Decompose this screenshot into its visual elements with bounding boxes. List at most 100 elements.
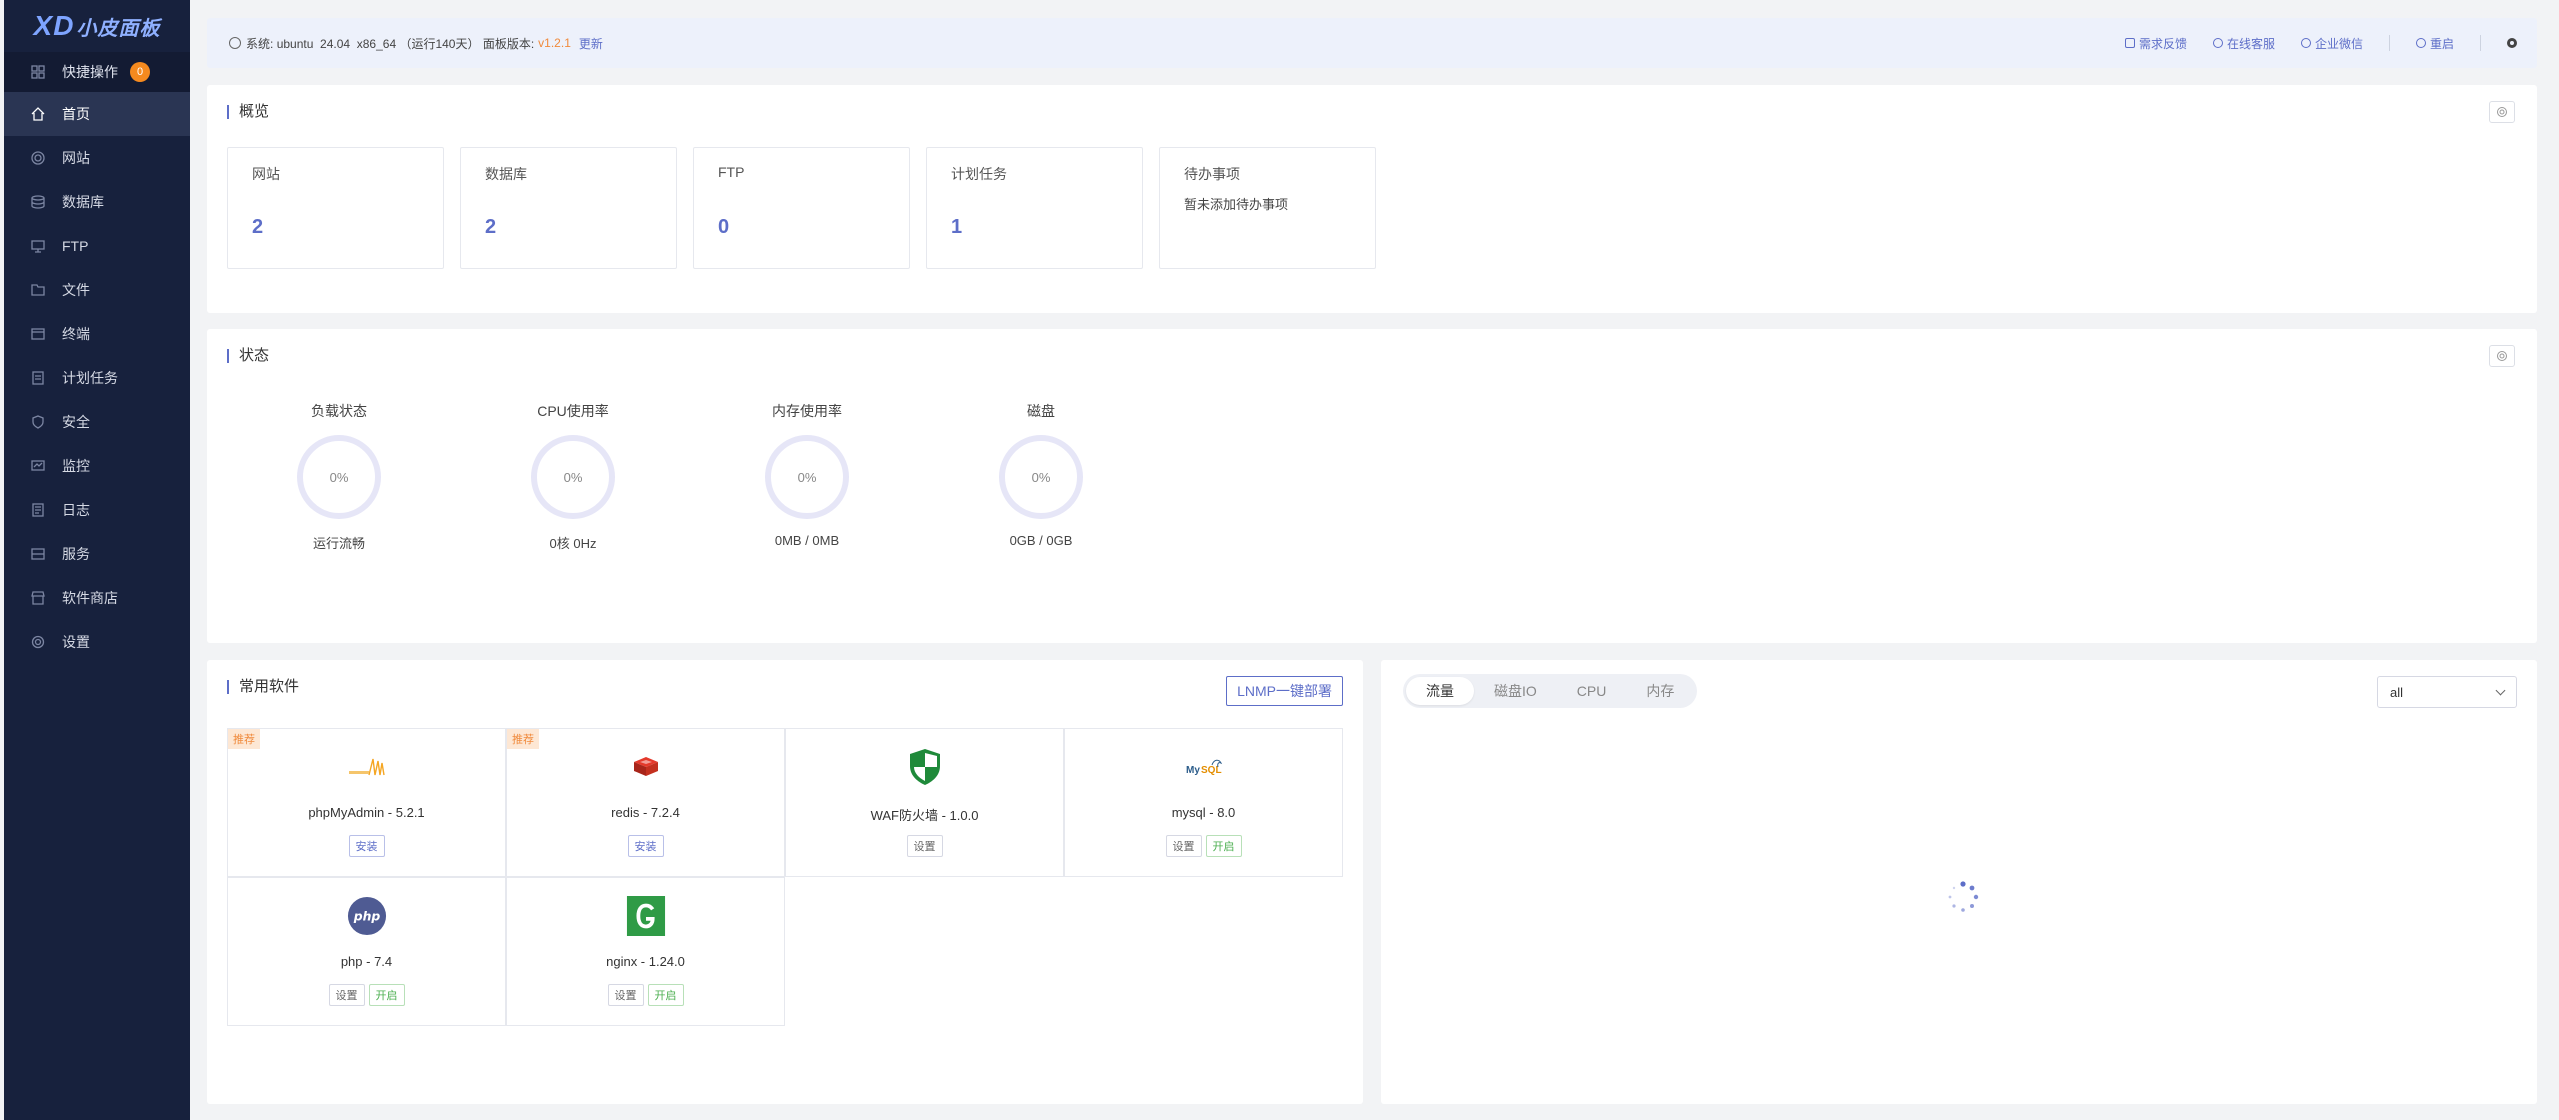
gauge-title: 磁盘	[1027, 403, 1055, 419]
sidebar-item-tasks[interactable]: 计划任务	[4, 356, 190, 400]
software-name: nginx - 1.24.0	[606, 954, 685, 969]
start-button[interactable]: 开启	[1205, 835, 1242, 857]
quick-actions-label: 快捷操作	[62, 64, 118, 80]
sidebar-item-database[interactable]: 数据库	[4, 180, 190, 224]
redis-icon	[626, 747, 666, 787]
update-link[interactable]: 更新	[579, 35, 603, 52]
tab-cpu[interactable]: CPU	[1557, 677, 1627, 705]
shield-icon	[30, 414, 46, 430]
monitor-tabs: 流量 磁盘IO CPU 内存	[1403, 674, 1698, 708]
overview-ftp[interactable]: FTP 0	[693, 147, 910, 269]
gauge-subtitle: 0核 0Hz	[549, 536, 597, 551]
gauge-ring[interactable]: 0%	[297, 435, 381, 519]
todo-label: 待办事项	[1184, 166, 1240, 182]
sidebar-item-settings[interactable]: 设置	[4, 620, 190, 664]
gauge-title: CPU使用率	[537, 403, 609, 419]
overview-value: 0	[718, 216, 730, 238]
software-actions: 设置 开启	[507, 984, 784, 1006]
tab-disk-io[interactable]: 磁盘IO	[1474, 677, 1557, 705]
software-actions: 设置 开启	[228, 984, 505, 1006]
install-button[interactable]: 安装	[627, 835, 664, 857]
load-gauge: 负载状态 0% 运行流畅	[259, 401, 419, 552]
overview-label: 计划任务	[951, 166, 1007, 182]
install-button[interactable]: 安装	[348, 835, 385, 857]
todo-text: 暂未添加待办事项	[1184, 197, 1289, 212]
sidebar-item-terminal[interactable]: 终端	[4, 312, 190, 356]
logo-text: 小皮面板	[76, 17, 161, 40]
sidebar-item-label: 数据库	[62, 194, 104, 210]
overview-databases[interactable]: 数据库 2	[460, 147, 677, 269]
gauge-title: 负载状态	[311, 403, 367, 419]
gauge-ring[interactable]: 0%	[531, 435, 615, 519]
monitor-icon	[30, 458, 46, 474]
gauge-subtitle: 0GB / 0GB	[1009, 533, 1073, 548]
status-settings-button[interactable]	[2489, 345, 2515, 367]
store-icon	[30, 590, 46, 606]
gauge-ring[interactable]: 0%	[765, 435, 849, 519]
recommend-badge: 推荐	[228, 729, 260, 749]
sidebar-item-services[interactable]: 服务	[4, 532, 190, 576]
task-icon	[30, 370, 46, 386]
software-name: php - 7.4	[340, 954, 393, 969]
sidebar-item-label: 文件	[62, 282, 90, 298]
status-card: 状态 负载状态 0% 运行流畅 CPU使用率 0% 0核 0Hz 内存使用率 0% 0MB …	[207, 329, 2537, 643]
wechat-link[interactable]: 企业微信	[2300, 35, 2363, 52]
settings-button[interactable]: 设置	[1165, 835, 1202, 857]
overview-value: 1	[951, 216, 963, 238]
overview-tasks[interactable]: 计划任务 1	[926, 147, 1143, 269]
software-item-phpmyadmin: 推荐 phpMyAdmin - 5.2.1 安装	[227, 728, 506, 877]
sidebar-item-files[interactable]: 文件	[4, 268, 190, 312]
sidebar-item-monitor[interactable]: 监控	[4, 444, 190, 488]
tab-memory[interactable]: 内存	[1626, 677, 1694, 705]
globe-icon	[30, 150, 46, 166]
sidebar-item-logs[interactable]: 日志	[4, 488, 190, 532]
restart-label: 重启	[2429, 36, 2454, 51]
overview-label: FTP	[718, 164, 745, 180]
feedback-link[interactable]: 需求反馈	[2124, 35, 2187, 52]
gauge-subtitle: 0MB / 0MB	[774, 533, 840, 548]
sidebar-item-ftp[interactable]: FTP	[4, 224, 190, 268]
software-name: phpMyAdmin - 5.2.1	[308, 805, 425, 820]
settings-button[interactable]: 设置	[328, 984, 365, 1006]
top-bar: 系统: ubuntu 24.04 x86_64 （运行140天） 面板版本: v…	[207, 18, 2537, 68]
interface-select[interactable]: all	[2377, 676, 2517, 708]
start-button[interactable]: 开启	[368, 984, 405, 1006]
sidebar: XD 小皮面板 快捷操作 0 首页 网站 数据库 FTP 文件 终端 计划任务 …	[4, 0, 190, 1120]
settings-button[interactable]: 设置	[906, 835, 943, 857]
software-item-redis: 推荐 redis - 7.2.4 安装	[506, 728, 785, 877]
wechat-label: 企业微信	[2314, 36, 2363, 51]
sidebar-item-security[interactable]: 安全	[4, 400, 190, 444]
start-button[interactable]: 开启	[647, 984, 684, 1006]
support-label: 在线客服	[2226, 36, 2275, 51]
quick-actions-button[interactable]: 快捷操作 0	[4, 52, 190, 92]
gear-icon	[2497, 351, 2507, 361]
overview-label: 网站	[252, 166, 280, 182]
sidebar-item-website[interactable]: 网站	[4, 136, 190, 180]
overview-title: 概览	[227, 104, 269, 119]
restart-link[interactable]: 重启	[2415, 35, 2454, 52]
overview-websites[interactable]: 网站 2	[227, 147, 444, 269]
php-icon: php	[347, 896, 387, 936]
sidebar-item-store[interactable]: 软件商店	[4, 576, 190, 620]
settings-gear-icon[interactable]	[2507, 38, 2517, 48]
nginx-icon	[626, 896, 666, 936]
grid-icon	[30, 64, 46, 80]
tab-traffic[interactable]: 流量	[1406, 677, 1474, 705]
support-link[interactable]: 在线客服	[2212, 35, 2275, 52]
service-icon	[30, 546, 46, 562]
overview-settings-button[interactable]	[2489, 101, 2515, 123]
info-icon	[229, 37, 241, 49]
chat-icon	[2300, 38, 2311, 48]
sidebar-nav: 首页 网站 数据库 FTP 文件 终端 计划任务 安全 监控 日志 服务 软件商…	[4, 92, 190, 664]
settings-button[interactable]: 设置	[607, 984, 644, 1006]
ftp-icon	[30, 238, 46, 254]
sidebar-item-home[interactable]: 首页	[4, 92, 190, 136]
gauge-ring[interactable]: 0%	[999, 435, 1083, 519]
overview-value: 2	[485, 216, 497, 238]
overview-todo[interactable]: 待办事项暂未添加待办事项	[1159, 147, 1376, 269]
recommend-badge: 推荐	[507, 729, 539, 749]
database-icon	[30, 194, 46, 210]
lnmp-deploy-button[interactable]: LNMP一键部署	[1226, 676, 1343, 706]
app-logo[interactable]: XD 小皮面板	[4, 0, 190, 52]
overview-card: 概览 网站 2 数据库 2 FTP 0 计划任务 1 待办事项 暂未添加待办事项	[207, 85, 2537, 313]
